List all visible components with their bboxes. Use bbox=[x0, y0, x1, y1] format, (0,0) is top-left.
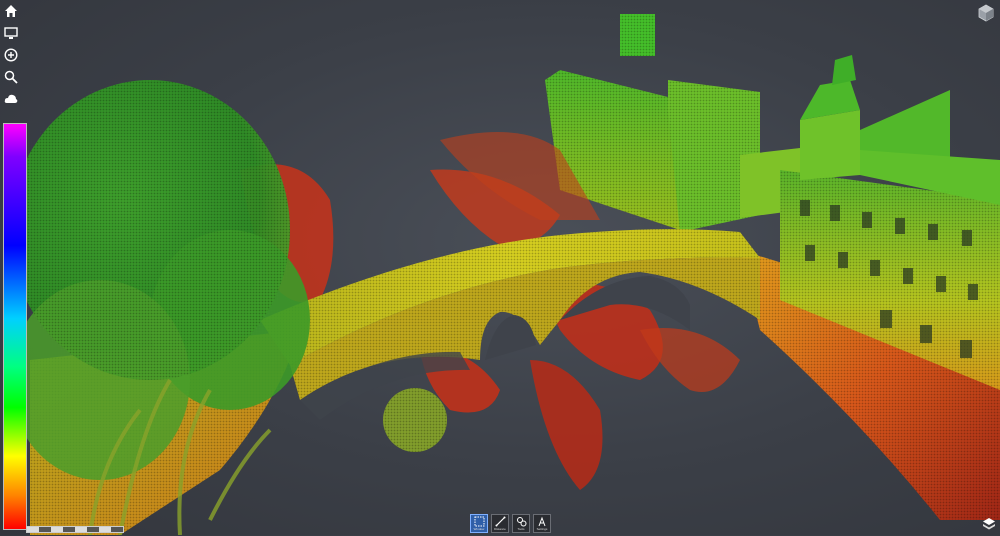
distance-measure-label: Distance bbox=[494, 527, 506, 531]
layers-icon[interactable] bbox=[982, 517, 996, 531]
select-icon bbox=[474, 516, 484, 527]
search-icon[interactable] bbox=[2, 68, 20, 86]
view-cube-icon[interactable] bbox=[976, 3, 996, 23]
settings-button[interactable]: Settings bbox=[533, 514, 551, 533]
window-select-button[interactable]: Window bbox=[470, 514, 488, 533]
home-icon[interactable] bbox=[2, 2, 20, 20]
add-circle-icon[interactable] bbox=[2, 46, 20, 64]
tools-label: Tools bbox=[517, 527, 525, 531]
measure-icon bbox=[495, 516, 505, 527]
bridge bbox=[260, 229, 760, 420]
tools-icon bbox=[516, 517, 526, 527]
distance-measure-button[interactable]: Distance bbox=[491, 514, 509, 533]
monitor-icon[interactable] bbox=[2, 24, 20, 42]
elevation-color-legend bbox=[3, 123, 27, 530]
tools-button[interactable]: Tools bbox=[512, 514, 530, 533]
scale-bar bbox=[26, 526, 124, 533]
bottom-toolbar: Window Distance Tools Settings bbox=[470, 514, 551, 533]
settings-icon bbox=[538, 516, 545, 527]
point-cloud-viewport[interactable] bbox=[0, 0, 1000, 535]
cloud-icon[interactable] bbox=[2, 90, 20, 108]
window-select-label: Window bbox=[473, 527, 485, 531]
settings-label: Settings bbox=[536, 527, 548, 531]
left-toolbar bbox=[2, 2, 22, 108]
